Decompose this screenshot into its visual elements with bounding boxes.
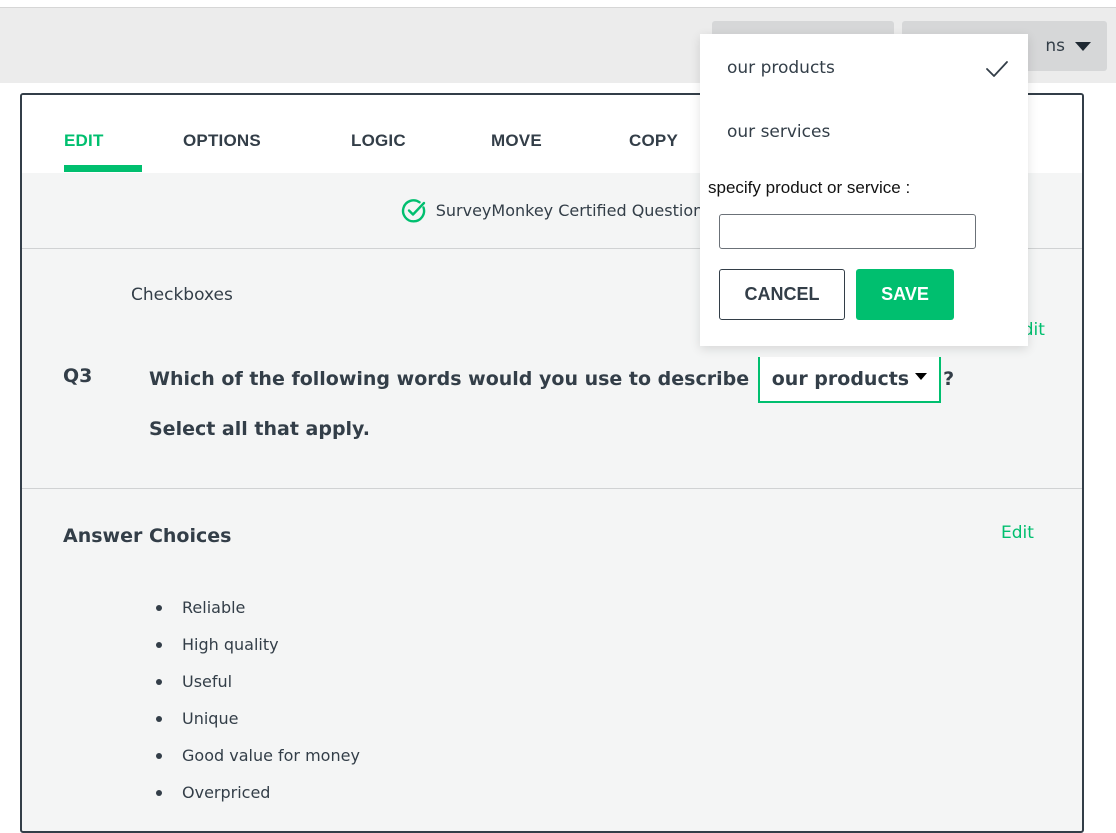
bullet-icon: [156, 715, 162, 722]
answer-choice: Reliable: [132, 589, 360, 626]
tab-options[interactable]: OPTIONS: [183, 131, 261, 151]
tab-copy[interactable]: COPY: [629, 131, 678, 151]
answer-choice: Useful: [132, 663, 360, 700]
piped-text-popup: our products our services specify produc…: [700, 34, 1028, 346]
caret-down-icon: [1075, 41, 1091, 51]
answer-choices-edit-link[interactable]: Edit: [1001, 523, 1034, 543]
certified-text: SurveyMonkey Certified Question: [435, 201, 704, 220]
caret-down-icon: [915, 372, 928, 380]
answer-choice-label: High quality: [182, 635, 279, 654]
answer-choice-label: Useful: [182, 672, 233, 691]
certified-check-icon: [401, 198, 425, 222]
answer-choice-label: Unique: [182, 709, 239, 728]
answer-choice: Good value for money: [132, 737, 360, 774]
answer-choices-list: Reliable High quality Useful Unique Good…: [132, 589, 360, 811]
bullet-icon: [156, 752, 162, 759]
active-tab-indicator: [64, 165, 142, 172]
piped-text-dropdown[interactable]: our products: [757, 356, 942, 403]
popup-option-our-products[interactable]: our products: [727, 58, 835, 78]
question-actions-label: ns: [1045, 36, 1065, 56]
question-type-label: Checkboxes: [131, 285, 233, 305]
bullet-icon: [156, 678, 162, 685]
bullet-icon: [156, 641, 162, 648]
popup-option-our-services[interactable]: our services: [727, 122, 830, 142]
save-button[interactable]: SAVE: [856, 269, 954, 320]
bullet-icon: [156, 789, 162, 796]
answer-choices-title: Answer Choices: [63, 525, 232, 547]
answer-choice: Overpriced: [132, 774, 360, 811]
bullet-icon: [156, 604, 162, 611]
checkmark-icon: [986, 61, 1008, 77]
question-text-line2: Select all that apply.: [149, 418, 370, 440]
answer-choice-label: Reliable: [182, 598, 246, 617]
answer-choice: High quality: [132, 626, 360, 663]
question-text-before: Which of the following words would you u…: [149, 368, 750, 390]
answer-choice-label: Good value for money: [182, 746, 360, 765]
question-text-after: ?: [943, 368, 955, 390]
specify-label: specify product or service :: [708, 178, 911, 197]
tab-move[interactable]: MOVE: [491, 131, 542, 151]
section-divider: [22, 488, 1082, 489]
specify-input[interactable]: [719, 214, 976, 249]
answer-choice: Unique: [132, 700, 360, 737]
tab-logic[interactable]: LOGIC: [351, 131, 406, 151]
tab-edit[interactable]: EDIT: [64, 131, 104, 151]
cancel-button[interactable]: CANCEL: [719, 269, 845, 320]
question-number: Q3: [63, 365, 93, 387]
answer-choice-label: Overpriced: [182, 783, 271, 802]
piped-text-value: our products: [771, 367, 910, 390]
question-text: Which of the following words would you u…: [149, 354, 1049, 454]
